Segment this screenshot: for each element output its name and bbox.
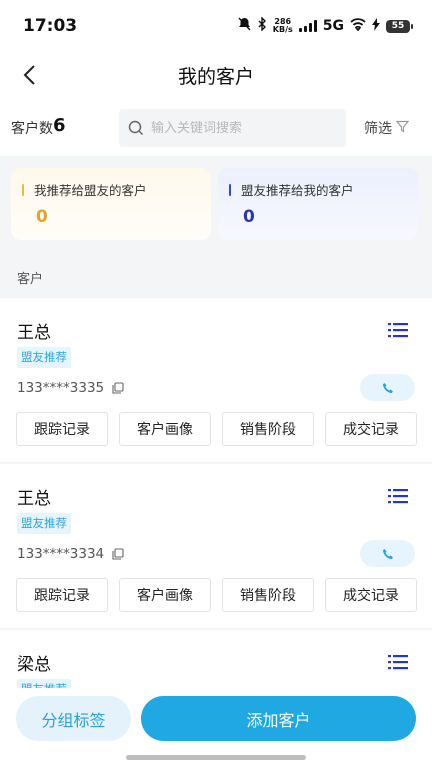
customer-card[interactable]: 王总 盟友推荐 133****3335 跟踪记录 客户画像 销售阶段 成交记录 xyxy=(0,298,432,462)
call-button[interactable] xyxy=(360,374,415,401)
add-customer-button[interactable]: 添加客户 xyxy=(141,696,416,741)
battery-icon: 55 xyxy=(386,19,413,33)
referral-tag: 盟友推荐 xyxy=(17,513,71,534)
customer-phone: 133****3335 xyxy=(17,380,124,396)
network-speed: 286 KB/s xyxy=(272,17,293,34)
status-icons: 286 KB/s 5G 55 xyxy=(238,16,413,35)
search-box[interactable] xyxy=(119,109,346,147)
network-type: 5G xyxy=(322,18,344,34)
list-icon[interactable] xyxy=(386,318,410,342)
track-record-button[interactable]: 跟踪记录 xyxy=(16,578,108,612)
phone-icon xyxy=(382,382,393,393)
deal-record-button[interactable]: 成交记录 xyxy=(325,578,417,612)
referral-cards: 我推荐给盟友的客户 0 盟友推荐给我的客户 0 xyxy=(11,168,418,240)
customer-count-value: 6 xyxy=(53,115,66,136)
referral-card-label: 盟友推荐给我的客户 xyxy=(241,183,354,198)
sales-stage-button[interactable]: 销售阶段 xyxy=(222,578,314,612)
search-input[interactable] xyxy=(151,120,331,136)
customer-profile-button[interactable]: 客户画像 xyxy=(119,412,211,446)
card-actions: 跟踪记录 客户画像 销售阶段 成交记录 xyxy=(16,412,417,446)
back-icon[interactable] xyxy=(14,60,44,90)
referral-card-incoming[interactable]: 盟友推荐给我的客户 0 xyxy=(218,168,418,240)
wifi-icon xyxy=(350,17,366,35)
referral-card-value: 0 xyxy=(36,207,48,227)
track-record-button[interactable]: 跟踪记录 xyxy=(16,412,108,446)
customer-name: 梁总 xyxy=(17,655,51,675)
phone-number: 133****3334 xyxy=(17,546,105,562)
filter-icon xyxy=(395,120,410,137)
list-icon[interactable] xyxy=(386,650,410,674)
phone-icon xyxy=(382,548,393,559)
status-bar: 17:03 286 KB/s 5G 55 xyxy=(0,0,432,52)
copy-icon[interactable] xyxy=(112,382,124,394)
customer-name: 王总 xyxy=(17,489,51,509)
mute-icon xyxy=(238,17,251,35)
card-actions: 跟踪记录 客户画像 销售阶段 成交记录 xyxy=(16,578,417,612)
bottom-bar: 分组标签 添加客户 xyxy=(0,688,432,768)
phone-number: 133****3335 xyxy=(17,380,105,396)
status-time: 17:03 xyxy=(23,16,78,36)
customer-phone: 133****3334 xyxy=(17,546,124,562)
section-label: 客户 xyxy=(17,272,44,287)
filter-button[interactable]: 筛选 xyxy=(364,118,410,138)
charging-icon xyxy=(372,17,380,35)
referral-card-outgoing[interactable]: 我推荐给盟友的客户 0 xyxy=(11,168,211,240)
referral-card-value: 0 xyxy=(243,207,255,227)
bluetooth-icon xyxy=(257,16,267,35)
group-tag-button[interactable]: 分组标签 xyxy=(16,696,131,741)
customer-card[interactable]: 王总 盟友推荐 133****3334 跟踪记录 客户画像 销售阶段 成交记录 xyxy=(0,464,432,628)
signal-icon xyxy=(298,20,317,32)
customer-name: 王总 xyxy=(17,323,51,343)
sales-stage-button[interactable]: 销售阶段 xyxy=(222,412,314,446)
nav-bar: 我的客户 xyxy=(0,52,432,98)
referral-tag: 盟友推荐 xyxy=(17,347,71,368)
page-title: 我的客户 xyxy=(177,65,254,88)
search-icon xyxy=(127,119,145,137)
home-indicator xyxy=(126,755,306,760)
copy-icon[interactable] xyxy=(112,548,124,560)
filter-label: 筛选 xyxy=(364,121,392,137)
deal-record-button[interactable]: 成交记录 xyxy=(325,412,417,446)
accent-bar xyxy=(229,183,231,196)
customer-count-label: 客户数 xyxy=(11,121,53,137)
accent-bar xyxy=(22,183,24,196)
search-row: 客户数 6 筛选 xyxy=(0,98,432,156)
list-icon[interactable] xyxy=(386,484,410,508)
referral-card-label: 我推荐给盟友的客户 xyxy=(34,183,147,198)
call-button[interactable] xyxy=(360,540,415,567)
customer-profile-button[interactable]: 客户画像 xyxy=(119,578,211,612)
